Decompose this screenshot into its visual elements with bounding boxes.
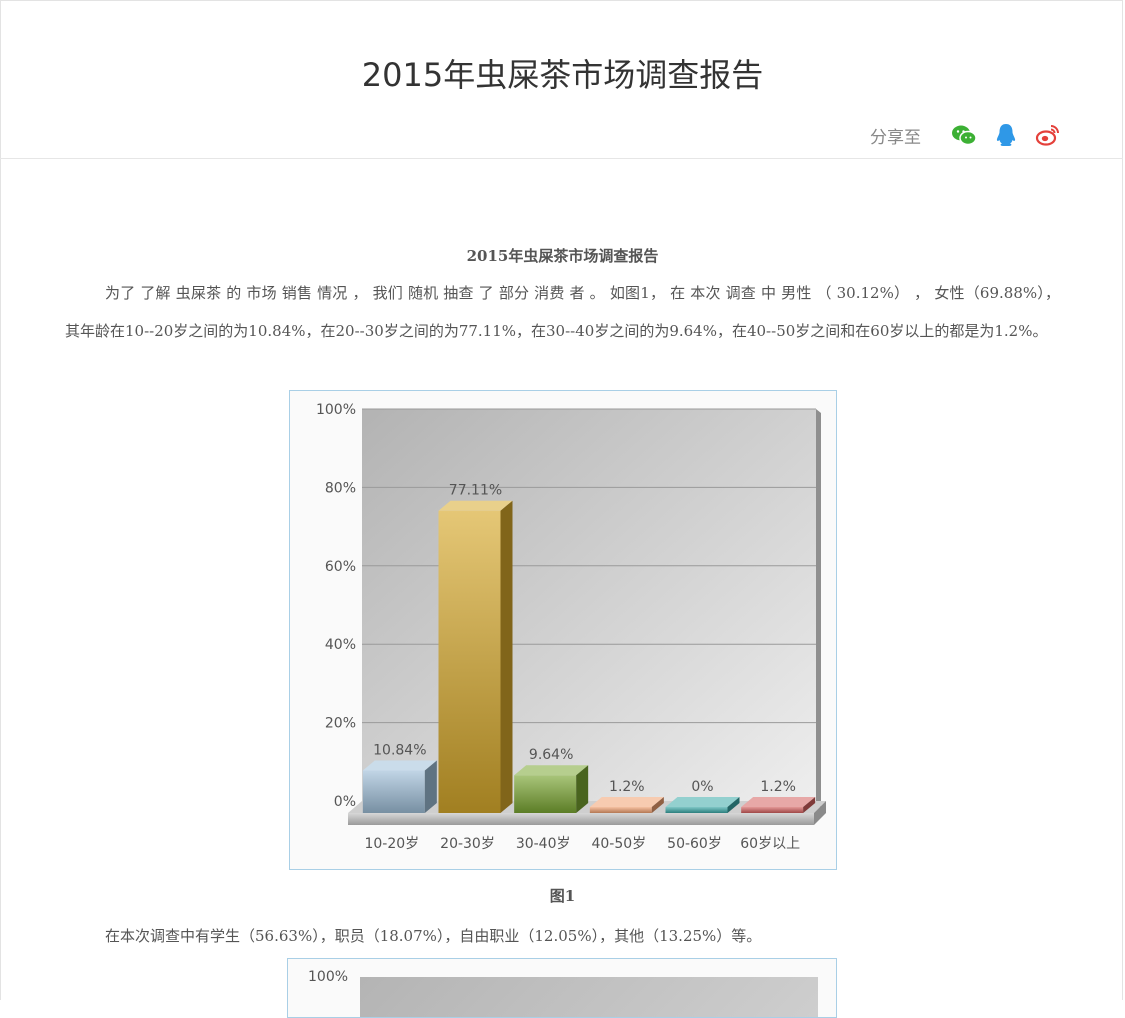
y-tick-label: 40% xyxy=(325,637,356,653)
y-tick-label: 80% xyxy=(325,480,356,496)
bar-value-label: 1.2% xyxy=(760,779,796,795)
page-title: 2015年虫屎茶市场调查报告 xyxy=(361,56,764,94)
bar-top xyxy=(438,500,513,511)
y-tick-label: 0% xyxy=(334,794,356,810)
bar-value-label: 9.64% xyxy=(529,747,573,763)
x-tick-label: 30-40岁 xyxy=(516,836,571,852)
weibo-icon[interactable] xyxy=(1035,122,1061,148)
bar-value-label: 10.84% xyxy=(373,743,426,759)
x-tick-label: 10-20岁 xyxy=(364,836,419,852)
x-tick-label: 40-50岁 xyxy=(591,836,646,852)
figure-1-caption: 图1 xyxy=(549,887,576,905)
article-body: 2015年虫屎茶市场调查报告 为了 了解 虫屎茶 的 市场 销售 情况 ， 我们… xyxy=(65,238,1060,350)
bar-front xyxy=(514,775,577,813)
bar-top xyxy=(514,765,589,776)
x-tick-label: 20-30岁 xyxy=(440,836,495,852)
share-label: 分享至 xyxy=(870,127,921,148)
bar-front xyxy=(741,807,804,813)
paragraph-2: 在本次调查中有学生（56.63%），职员（18.07%），自由职业（12.05%… xyxy=(105,927,762,945)
bar-front xyxy=(362,770,425,813)
bar-value-label: 77.11% xyxy=(449,483,502,499)
article-header: 2015年虫屎茶市场调查报告 分享至 xyxy=(0,0,1123,159)
y-axis-ticks: 0% 20% 40% 60% 80% 100% xyxy=(316,402,356,810)
x-axis-labels: 10-20岁 20-30岁 30-40岁 40-50岁 50-60岁 60岁以上 xyxy=(364,836,800,852)
bar-top xyxy=(665,797,740,807)
x-tick-label: 60岁以上 xyxy=(740,836,800,852)
x-tick-label: 50-60岁 xyxy=(667,836,722,852)
figure-1-chart: 0% 20% 40% 60% 80% 100% 10-20岁 20-30岁 30-40岁 40-… xyxy=(289,390,837,870)
y-tick-label: 20% xyxy=(325,716,356,732)
bar-front xyxy=(438,510,501,813)
bar-side xyxy=(500,500,513,813)
age-bar-chart: 0% 20% 40% 60% 80% 100% 10-20岁 20-30岁 30-40岁 40-… xyxy=(316,402,826,852)
y-tick-label: 100% xyxy=(316,402,356,418)
bar-front xyxy=(665,807,728,813)
share-bar: 分享至 xyxy=(870,120,1061,150)
bar-top xyxy=(741,797,816,807)
bar-value-label: 1.2% xyxy=(609,779,645,795)
bar-value-label: 0% xyxy=(691,779,713,795)
bar-top xyxy=(362,760,437,771)
wechat-icon[interactable] xyxy=(951,122,977,148)
plot-background xyxy=(362,409,816,801)
y-tick-label: 60% xyxy=(325,559,356,575)
y-tick-label: 100% xyxy=(308,969,349,985)
bar-top xyxy=(589,797,664,807)
plot-area-2 xyxy=(360,977,818,1017)
article-heading: 2015年虫屎茶市场调查报告 xyxy=(466,247,659,265)
figure-2-chart: 100% xyxy=(287,958,837,1018)
qq-icon[interactable] xyxy=(993,122,1019,148)
bar-front xyxy=(589,807,652,813)
floor-front xyxy=(348,813,814,825)
paragraph-2-wrap: 在本次调查中有学生（56.63%），职员（18.07%），自由职业（12.05%… xyxy=(65,917,1060,955)
plot-side-wall xyxy=(816,409,821,809)
paragraph-1: 为了 了解 虫屎茶 的 市场 销售 情况 ， 我们 随机 抽查 了 部分 消费 … xyxy=(65,284,1060,340)
